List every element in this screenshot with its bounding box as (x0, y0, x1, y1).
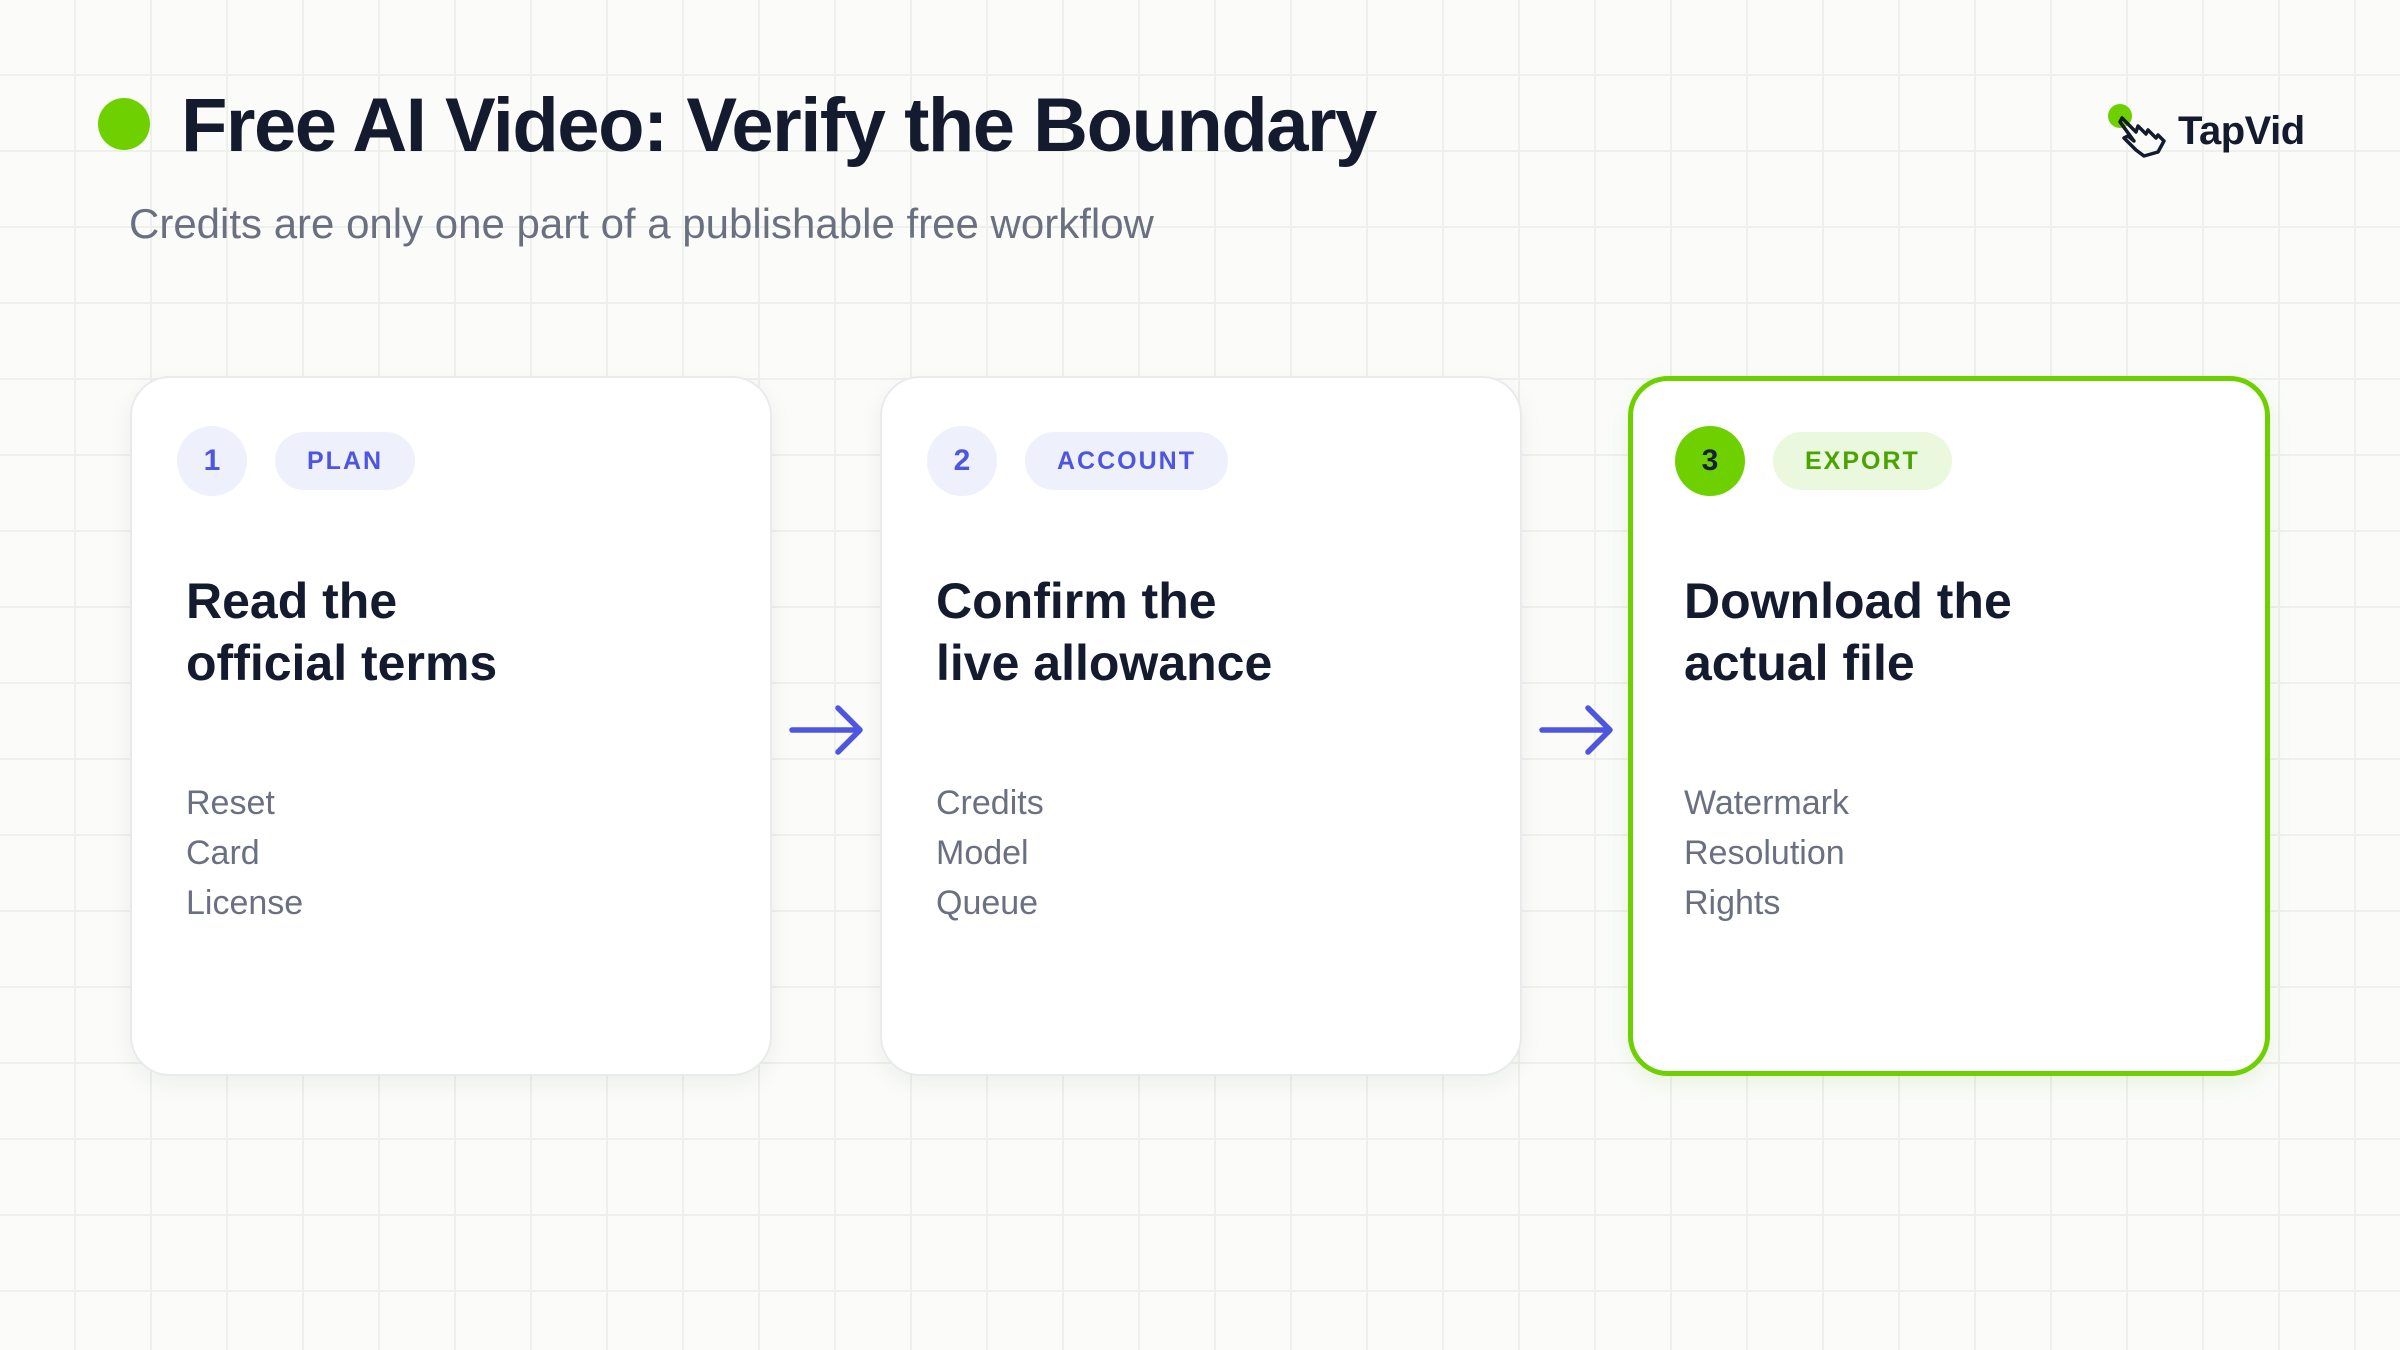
list-item: Card (186, 834, 260, 872)
list-item: License (186, 884, 304, 922)
step-heading-line: Read the (186, 573, 398, 629)
step-item-list: Reset Card License (186, 778, 303, 928)
step-heading: Read the official terms (186, 570, 497, 694)
arrow-right-icon (1539, 705, 1613, 755)
step-card-plan: 1 PLAN Read the official terms Reset Car… (130, 376, 772, 1076)
list-item: Rights (1684, 884, 1781, 922)
step-number-badge: 1 (177, 426, 247, 496)
step-heading-line: live allowance (936, 635, 1273, 691)
brand-logo: TapVid (2108, 100, 2305, 162)
step-tag: PLAN (275, 432, 416, 490)
step-card-account: 2 ACCOUNT Confirm the live allowance Cre… (880, 376, 1522, 1076)
step-heading-line: actual file (1684, 635, 1915, 691)
step-item-list: Watermark Resolution Rights (1684, 778, 1849, 928)
list-item: Queue (936, 884, 1039, 922)
step-item-list: Credits Model Queue (936, 778, 1044, 928)
page-subtitle: Credits are only one part of a publishab… (129, 200, 1154, 247)
list-item: Resolution (1684, 834, 1845, 872)
arrow-right-icon (789, 705, 863, 755)
list-item: Model (936, 834, 1029, 872)
step-heading: Confirm the live allowance (936, 570, 1272, 694)
list-item: Reset (186, 784, 275, 822)
step-heading-line: Download the (1684, 573, 2012, 629)
list-item: Credits (936, 784, 1044, 822)
hand-pointer-icon (2108, 100, 2170, 162)
page-title: Free AI Video: Verify the Boundary (181, 83, 1377, 168)
list-item: Watermark (1684, 784, 1849, 822)
step-number-badge: 3 (1675, 426, 1745, 496)
step-heading: Download the actual file (1684, 570, 2012, 694)
step-heading-line: official terms (186, 635, 498, 691)
step-card-export: 3 EXPORT Download the actual file Waterm… (1628, 376, 2270, 1076)
step-number-badge: 2 (927, 426, 997, 496)
step-tag: ACCOUNT (1025, 432, 1228, 490)
title-bullet-dot (98, 98, 150, 150)
brand-name: TapVid (2178, 108, 2305, 153)
step-heading-line: Confirm the (936, 573, 1217, 629)
step-tag: EXPORT (1773, 432, 1952, 490)
